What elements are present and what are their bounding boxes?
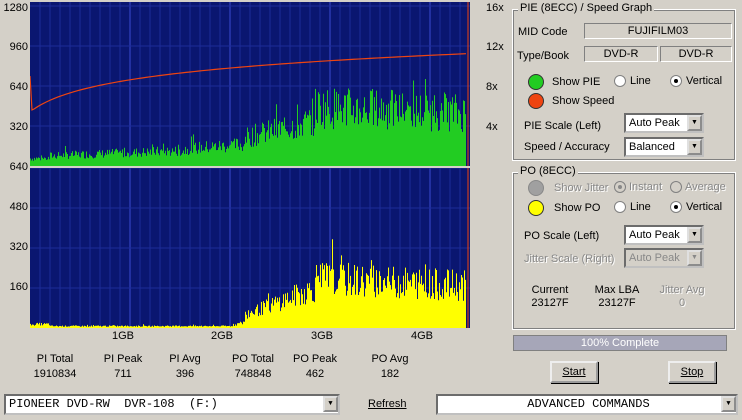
- pie-y-tick: 640: [9, 161, 28, 173]
- jitter-avg-value: 0: [678, 297, 686, 309]
- pie-scale-label: PIE Scale (Left): [524, 120, 602, 132]
- book-value: DVD-R: [660, 46, 732, 62]
- pie-vertical-label: Vertical: [686, 75, 723, 87]
- speed-tick: 16x: [486, 2, 504, 14]
- refresh-button[interactable]: Refresh: [368, 398, 407, 410]
- x-tick: 1GB: [111, 330, 135, 342]
- jitter-average-radio[interactable]: [670, 181, 682, 193]
- drive-select[interactable]: PIONEER DVD-RW DVR-108 (F:) ▼: [4, 394, 340, 415]
- stat-pi-peak: PI Peak 711: [103, 353, 143, 380]
- pie-vertical-radio[interactable]: [670, 75, 682, 87]
- x-tick: 2GB: [210, 330, 234, 342]
- pie-color-indicator: [528, 74, 544, 90]
- max-lba-label: Max LBA: [594, 284, 640, 296]
- start-button[interactable]: Start: [550, 361, 598, 383]
- pie-y-tick: 640: [9, 81, 28, 93]
- po-vertical-radio[interactable]: [670, 201, 682, 213]
- type-book-label: Type/Book: [517, 50, 569, 62]
- po-line-radio[interactable]: [614, 201, 626, 213]
- current-value: 23127F: [531, 297, 569, 309]
- progress-bar: 100% Complete: [513, 335, 727, 351]
- jitter-color-indicator: [528, 180, 544, 196]
- chevron-down-icon[interactable]: ▼: [721, 396, 736, 412]
- po-y-tick: 160: [9, 281, 28, 293]
- stat-po-peak: PO Peak 462: [292, 353, 338, 380]
- mid-code-label: MID Code: [518, 26, 568, 38]
- advanced-commands-select[interactable]: ADVANCED COMMANDS ▼: [436, 394, 738, 415]
- chevron-down-icon[interactable]: ▼: [687, 139, 702, 155]
- pie-line-label: Line: [630, 75, 651, 87]
- po-color-indicator: [528, 200, 544, 216]
- jitter-instant-radio[interactable]: [614, 181, 626, 193]
- po-scale-select[interactable]: Auto Peak ▼: [624, 225, 704, 245]
- max-lba-value: 23127F: [598, 297, 636, 309]
- mid-code-value: FUJIFILM03: [584, 23, 732, 39]
- pie-panel-title: PIE (8ECC) / Speed Graph: [518, 2, 655, 14]
- jitter-scale-select[interactable]: Auto Peak ▼: [624, 248, 704, 268]
- show-pie-label[interactable]: Show PIE: [552, 76, 600, 88]
- speed-tick: 8x: [486, 81, 498, 93]
- jitter-scale-label: Jitter Scale (Right): [524, 253, 615, 265]
- po-line-label: Line: [630, 201, 651, 213]
- pie-y-tick: 960: [9, 41, 28, 53]
- speed-color-indicator: [528, 93, 544, 109]
- show-po-label[interactable]: Show PO: [554, 202, 600, 214]
- speed-accuracy-select[interactable]: Balanced ▼: [624, 137, 704, 157]
- jitter-avg-label: Jitter Avg: [659, 284, 705, 296]
- pie-y-tick: 320: [9, 121, 28, 133]
- pie-line-radio[interactable]: [614, 75, 626, 87]
- chevron-down-icon[interactable]: ▼: [687, 227, 702, 243]
- show-jitter-label[interactable]: Show Jitter: [554, 182, 608, 194]
- chevron-down-icon[interactable]: ▼: [687, 115, 702, 131]
- speed-tick: 12x: [486, 41, 504, 53]
- pie-graph-canvas: [30, 2, 470, 166]
- stat-po-total: PO Total 748848: [232, 353, 274, 380]
- stat-pi-avg: PI Avg 396: [169, 353, 201, 380]
- current-label: Current: [531, 284, 569, 296]
- jitter-average-label: Average: [685, 181, 726, 193]
- pie-graph: [30, 2, 470, 166]
- x-tick: 3GB: [310, 330, 334, 342]
- pie-y-tick: 1280: [3, 2, 28, 14]
- po-vertical-label: Vertical: [686, 201, 723, 213]
- chevron-down-icon[interactable]: ▼: [687, 250, 702, 266]
- show-speed-label[interactable]: Show Speed: [552, 95, 614, 107]
- speed-accuracy-label: Speed / Accuracy: [524, 141, 610, 153]
- stop-button[interactable]: Stop: [668, 361, 716, 383]
- po-graph-canvas: [30, 168, 470, 328]
- stat-po-avg: PO Avg 182: [371, 353, 409, 380]
- speed-tick: 4x: [486, 121, 498, 133]
- x-tick: 4GB: [410, 330, 434, 342]
- po-graph: [30, 168, 470, 328]
- po-y-tick: 480: [9, 201, 28, 213]
- type-value: DVD-R: [584, 46, 658, 62]
- stat-pi-total: PI Total 1910834: [33, 353, 77, 380]
- po-scale-label: PO Scale (Left): [524, 230, 600, 242]
- jitter-instant-label: Instant: [629, 181, 663, 193]
- po-panel-title: PO (8ECC): [518, 165, 578, 177]
- po-y-tick: 320: [9, 241, 28, 253]
- pie-scale-select[interactable]: Auto Peak ▼: [624, 113, 704, 133]
- chevron-down-icon[interactable]: ▼: [323, 396, 338, 412]
